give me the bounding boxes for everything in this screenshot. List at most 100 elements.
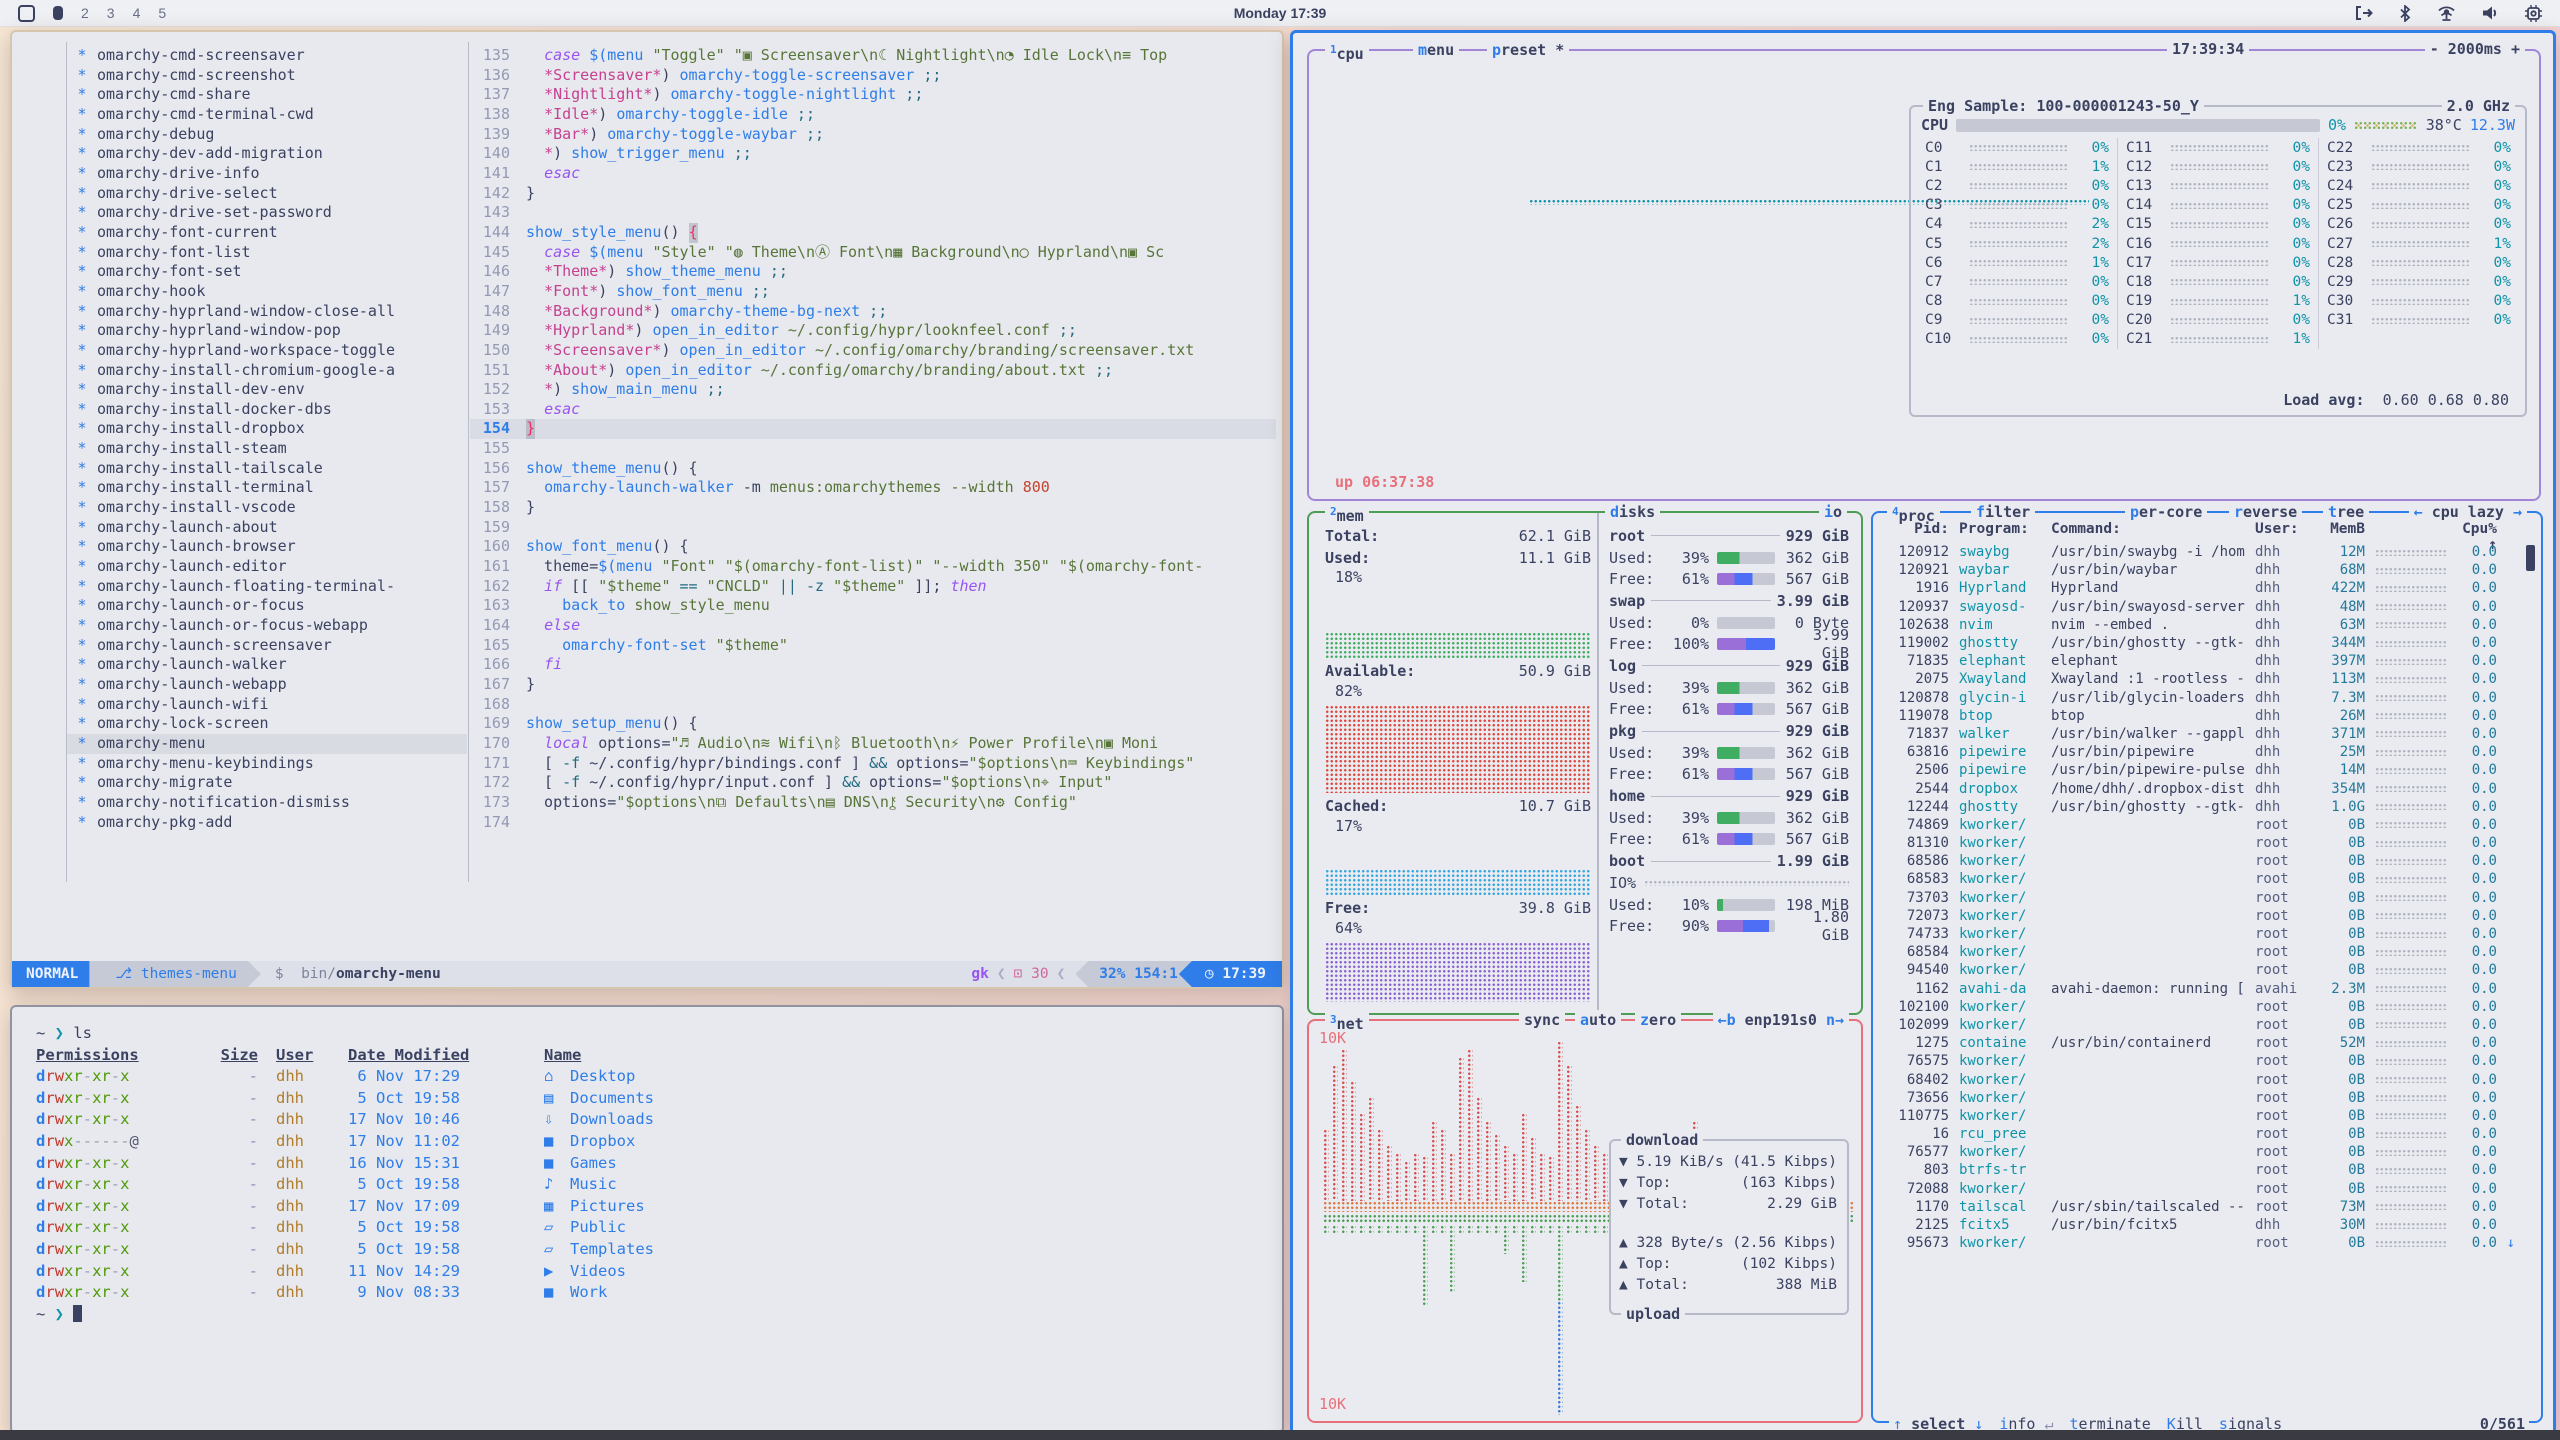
file-item[interactable]: *omarchy-menu [67,734,467,754]
proc-row[interactable]: 2506pipewire/usr/bin/pipewire-pulsedhh14… [1885,761,2515,779]
file-item[interactable]: *omarchy-launch-about [67,518,467,538]
per-core-toggle[interactable]: per-core [2125,502,2207,522]
proc-row[interactable]: 102100kworker/root0B0.0 [1885,998,2515,1016]
file-item[interactable]: *omarchy-install-terminal [67,478,467,498]
file-item[interactable]: *omarchy-hyprland-window-close-all [67,302,467,322]
workspace-active-icon[interactable] [18,5,35,22]
proc-row[interactable]: 12244ghostty/usr/bin/ghostty --gtk-dhh1.… [1885,798,2515,816]
proc-row[interactable]: 68402kworker/root0B0.0 [1885,1070,2515,1088]
file-item[interactable]: *omarchy-dev-add-migration [67,144,467,164]
proc-row[interactable]: 803btrfs-trroot0B0.0 [1885,1161,2515,1179]
mem-box-title[interactable]: 2mem [1325,502,1369,526]
file-item[interactable]: *omarchy-launch-webapp [67,675,467,695]
proc-row[interactable]: 119002ghostty/usr/bin/ghostty --gtk-dhh3… [1885,634,2515,652]
file-item[interactable]: *omarchy-cmd-terminal-cwd [67,105,467,125]
proc-row[interactable]: 76577kworker/root0B0.0 [1885,1143,2515,1161]
file-item[interactable]: *omarchy-launch-or-focus [67,596,467,616]
filter-button[interactable]: filter [1971,502,2035,522]
wifi-hotspot-icon[interactable] [2437,5,2456,21]
file-item[interactable]: *omarchy-hyprland-window-pop [67,321,467,341]
proc-row[interactable]: 102099kworker/root0B0.0 [1885,1016,2515,1034]
file-item[interactable]: *omarchy-launch-or-focus-webapp [67,616,467,636]
file-item[interactable]: *omarchy-debug [67,125,467,145]
proc-row[interactable]: 74733kworker/root0B0.0 [1885,925,2515,943]
proc-row[interactable]: 95673kworker/root0B0.0↓ [1885,1234,2515,1252]
proc-row[interactable]: 68584kworker/root0B0.0 [1885,943,2515,961]
proc-row[interactable]: 63816pipewire/usr/bin/pipewiredhh25M0.0 [1885,743,2515,761]
menu-button[interactable]: menu [1413,40,1459,60]
proc-row[interactable]: 68583kworker/root0B0.0 [1885,870,2515,888]
file-item[interactable]: *omarchy-pkg-add [67,813,467,833]
file-item[interactable]: *omarchy-cmd-screensaver [67,46,467,66]
proc-row[interactable]: 71835elephantelephantdhh397M0.0 [1885,652,2515,670]
proc-row[interactable]: 72073kworker/root0B0.0 [1885,907,2515,925]
file-item[interactable]: *omarchy-cmd-share [67,85,467,105]
file-item[interactable]: *omarchy-install-chromium-google-a [67,361,467,381]
workspace-3[interactable]: 3 [107,5,115,21]
proc-row[interactable]: 110775kworker/root0B0.0 [1885,1107,2515,1125]
file-item[interactable]: *omarchy-font-list [67,243,467,263]
workspace-occupied-icon[interactable] [53,6,63,20]
proc-row[interactable]: 68586kworker/root0B0.0 [1885,852,2515,870]
file-item[interactable]: *omarchy-launch-floating-terminal- [67,577,467,597]
file-item[interactable]: *omarchy-font-current [67,223,467,243]
file-item[interactable]: *omarchy-install-dropbox [67,419,467,439]
tree-toggle[interactable]: tree [2323,502,2369,522]
file-item[interactable]: *omarchy-drive-info [67,164,467,184]
workspace-2[interactable]: 2 [81,5,89,21]
proc-row[interactable]: 2125fcitx5/usr/bin/fcitx5dhh30M0.0 [1885,1216,2515,1234]
workspace-switcher[interactable]: 2 3 4 5 [18,5,166,22]
file-item[interactable]: *omarchy-lock-screen [67,714,467,734]
workspace-5[interactable]: 5 [158,5,166,21]
proc-row[interactable]: 119078btopbtopdhh26M0.0 [1885,707,2515,725]
proc-row[interactable]: 74869kworker/root0B0.0 [1885,816,2515,834]
proc-row[interactable]: 71837walker/usr/bin/walker --gappldhh371… [1885,725,2515,743]
proc-row[interactable]: 73656kworker/root0B0.0 [1885,1089,2515,1107]
file-item[interactable]: *omarchy-install-vscode [67,498,467,518]
proc-row[interactable]: 120937swayosd-/usr/bin/swayosd-serverdhh… [1885,598,2515,616]
file-item[interactable]: *omarchy-launch-walker [67,655,467,675]
cpu-chip-icon[interactable] [2525,5,2542,22]
file-item[interactable]: *omarchy-install-dev-env [67,380,467,400]
proc-row[interactable]: 2544dropbox/home/dhh/.dropbox-distdhh354… [1885,779,2515,797]
reverse-toggle[interactable]: reverse [2229,502,2302,522]
volume-icon[interactable] [2482,5,2499,21]
proc-row[interactable]: 2075XwaylandXwayland :1 -rootless -dhh11… [1885,670,2515,688]
proc-row[interactable]: 81310kworker/root0B0.0 [1885,834,2515,852]
proc-row[interactable]: 73703kworker/root0B0.0 [1885,889,2515,907]
update-interval[interactable]: - 2000ms + [2425,40,2525,58]
proc-scrollbar[interactable] [2526,545,2535,571]
file-item[interactable]: *omarchy-launch-browser [67,537,467,557]
proc-row[interactable]: 72088kworker/root0B0.0 [1885,1180,2515,1198]
proc-row[interactable]: 1162avahi-daavahi-daemon: running [avahi… [1885,980,2515,998]
bluetooth-icon[interactable] [2399,5,2411,22]
proc-row[interactable]: 102638nvimnvim --embed .dhh63M0.0 [1885,616,2515,634]
proc-row[interactable]: 1916HyprlandHyprlanddhh422M0.0 [1885,579,2515,597]
file-item[interactable]: *omarchy-migrate [67,773,467,793]
terminal-output[interactable]: ~ ❯ lsPermissionsSizeUserDate ModifiedNa… [12,1007,1282,1432]
file-item[interactable]: *omarchy-hook [67,282,467,302]
workspace-4[interactable]: 4 [133,5,141,21]
file-item[interactable]: *omarchy-menu-keybindings [67,754,467,774]
file-item[interactable]: *omarchy-notification-dismiss [67,793,467,813]
file-item[interactable]: *omarchy-launch-screensaver [67,636,467,656]
net-interface[interactable]: ←b enp191s0 n→ [1713,1010,1849,1030]
process-table[interactable]: 120912swaybg/usr/bin/swaybg -i /homdhh12… [1885,543,2515,1381]
file-item[interactable]: *omarchy-drive-select [67,184,467,204]
file-item[interactable]: *omarchy-hyprland-workspace-toggle [67,341,467,361]
proc-row[interactable]: 120912swaybg/usr/bin/swaybg -i /homdhh12… [1885,543,2515,561]
proc-row[interactable]: 1275containe/usr/bin/containerdroot52M0.… [1885,1034,2515,1052]
shell-prompt[interactable]: ~ ❯ [36,1304,1258,1326]
net-zero-button[interactable]: zero [1635,1010,1681,1030]
proc-row[interactable]: 94540kworker/root0B0.0 [1885,961,2515,979]
file-item[interactable]: *omarchy-launch-editor [67,557,467,577]
logout-icon[interactable] [2355,5,2373,21]
proc-row[interactable]: 76575kworker/root0B0.0 [1885,1052,2515,1070]
net-auto-button[interactable]: auto [1575,1010,1621,1030]
file-item[interactable]: *omarchy-install-steam [67,439,467,459]
file-item[interactable]: *omarchy-cmd-screenshot [67,66,467,86]
file-item[interactable]: *omarchy-launch-wifi [67,695,467,715]
cpu-box-title[interactable]: 1cpu [1325,40,1369,64]
preset-button[interactable]: preset * [1487,40,1569,60]
proc-row[interactable]: 1170tailscal/usr/sbin/tailscaled --root7… [1885,1198,2515,1216]
